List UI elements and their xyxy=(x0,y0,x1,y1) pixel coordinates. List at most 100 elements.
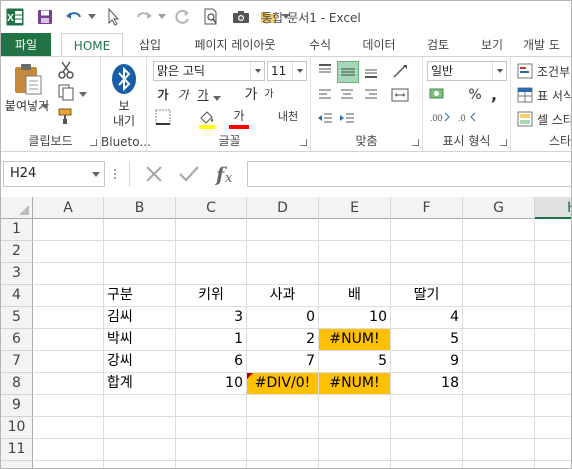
row-header-11[interactable]: 11 xyxy=(1,439,33,461)
row-header-12[interactable] xyxy=(1,461,33,468)
increase-indent-icon[interactable] xyxy=(339,111,357,129)
cell-c6[interactable]: 1 xyxy=(176,329,246,350)
paste-dropdown-icon[interactable] xyxy=(41,99,51,109)
increase-decimal-icon[interactable]: .00 xyxy=(429,109,451,127)
column-header-e[interactable]: E xyxy=(319,197,391,219)
align-top-icon[interactable] xyxy=(317,63,335,81)
underline-dropdown-icon[interactable] xyxy=(213,91,221,101)
formula-input[interactable] xyxy=(247,161,571,187)
alignment-launcher-icon[interactable] xyxy=(412,139,419,146)
row-header-8[interactable]: 8 xyxy=(1,373,33,395)
align-middle-icon[interactable] xyxy=(337,61,359,83)
row-header-3[interactable]: 3 xyxy=(1,263,33,285)
cell-e5[interactable]: 10 xyxy=(319,307,390,328)
row-header-5[interactable]: 5 xyxy=(1,307,33,329)
align-bottom-icon[interactable] xyxy=(363,63,381,81)
cell-d7[interactable]: 7 xyxy=(247,351,318,372)
tab-home[interactable]: HOME xyxy=(61,33,123,58)
name-box[interactable]: H24 xyxy=(3,161,105,187)
column-header-f[interactable]: F xyxy=(391,197,463,219)
name-box-dropdown-icon[interactable] xyxy=(92,172,100,177)
cell-b4[interactable]: 구분 xyxy=(104,285,175,306)
decrease-indent-icon[interactable] xyxy=(317,111,335,129)
column-header-c[interactable]: C xyxy=(176,197,247,219)
cell-b6[interactable]: 박씨 xyxy=(104,329,175,350)
undo-icon[interactable] xyxy=(63,5,85,29)
phonetic-button[interactable]: 내천 xyxy=(273,107,303,127)
row-header-7[interactable]: 7 xyxy=(1,351,33,373)
cancel-formula-icon[interactable] xyxy=(144,164,164,184)
bluetooth-icon[interactable] xyxy=(109,63,139,95)
insert-function-icon[interactable]: fx xyxy=(214,162,240,186)
cell-b5[interactable]: 김씨 xyxy=(104,307,175,328)
merge-center-icon[interactable] xyxy=(391,87,411,105)
borders-icon[interactable] xyxy=(155,109,173,127)
format-painter-icon[interactable] xyxy=(57,107,77,127)
currency-icon[interactable] xyxy=(429,85,449,105)
clipboard-launcher-icon[interactable] xyxy=(90,139,97,146)
excel-logo-icon[interactable]: X xyxy=(5,5,25,29)
align-right-icon[interactable] xyxy=(363,87,381,105)
save-icon[interactable] xyxy=(35,5,55,29)
copy-icon[interactable] xyxy=(57,83,77,103)
italic-button[interactable]: 가 xyxy=(175,85,191,105)
font-name-combo[interactable]: 맑은 고딕 xyxy=(153,61,265,81)
tab-developer[interactable]: 개발 도 xyxy=(523,33,571,57)
column-header-b[interactable]: B xyxy=(104,197,176,219)
tab-data[interactable]: 데이터 xyxy=(351,33,407,57)
conditional-format-icon[interactable] xyxy=(517,63,533,79)
cell-f8[interactable]: 18 xyxy=(391,373,462,394)
font-launcher-icon[interactable] xyxy=(300,139,307,146)
cell-c4[interactable]: 키위 xyxy=(176,285,246,306)
orientation-icon[interactable] xyxy=(391,63,413,81)
column-header-d[interactable]: D xyxy=(247,197,319,219)
number-format-combo[interactable]: 일반 xyxy=(427,61,507,81)
formula-bar-grip-icon[interactable] xyxy=(113,168,123,180)
conditional-format-button[interactable]: 조건부 xyxy=(537,63,570,80)
cell-c7[interactable]: 6 xyxy=(176,351,246,372)
select-all-button[interactable] xyxy=(1,197,33,219)
undo-dropdown-icon[interactable] xyxy=(87,5,97,29)
comma-button[interactable]: , xyxy=(487,85,501,105)
font-size-combo[interactable]: 11 xyxy=(267,61,307,81)
row-header-1[interactable]: 1 xyxy=(1,219,33,241)
cell-e7[interactable]: 5 xyxy=(319,351,390,372)
error-indicator-icon[interactable] xyxy=(247,373,253,379)
decrease-decimal-icon[interactable]: .0 xyxy=(457,109,479,127)
cell-f7[interactable]: 9 xyxy=(391,351,462,372)
paste-icon[interactable] xyxy=(11,63,47,97)
align-center-icon[interactable] xyxy=(339,87,357,105)
cell-c5[interactable]: 3 xyxy=(176,307,246,328)
cell-d8[interactable]: #DIV/0! xyxy=(247,373,318,394)
tab-page-layout[interactable]: 페이지 레이아웃 xyxy=(179,33,291,57)
cell-styles-button[interactable]: 셀 스타 xyxy=(537,111,571,128)
cell-e6[interactable]: #NUM! xyxy=(319,329,390,350)
cell-d4[interactable]: 사과 xyxy=(247,285,318,306)
align-left-icon[interactable] xyxy=(317,87,335,105)
number-launcher-icon[interactable] xyxy=(500,139,507,146)
column-header-a[interactable]: A xyxy=(33,197,104,219)
cell-e4[interactable]: 배 xyxy=(319,285,390,306)
bold-button[interactable]: 가 xyxy=(155,85,171,105)
font-color-button[interactable]: 가 xyxy=(229,107,249,129)
cell-f4[interactable]: 딸기 xyxy=(391,285,462,306)
shrink-font-button[interactable]: 가 xyxy=(261,85,277,105)
tab-review[interactable]: 검토 xyxy=(415,33,461,57)
row-header-10[interactable]: 10 xyxy=(1,417,33,439)
tab-insert[interactable]: 삽입 xyxy=(129,33,171,57)
row-header-6[interactable]: 6 xyxy=(1,329,33,351)
cell-e8[interactable]: #NUM! xyxy=(319,373,390,394)
bluetooth-send-label-2[interactable]: 내기 xyxy=(101,114,147,128)
tab-formulas[interactable]: 수식 xyxy=(297,33,343,57)
cell-f5[interactable]: 4 xyxy=(391,307,462,328)
cell-f6[interactable]: 5 xyxy=(391,329,462,350)
cell-d6[interactable]: 2 xyxy=(247,329,318,350)
row-header-9[interactable]: 9 xyxy=(1,395,33,417)
cell-d5[interactable]: 0 xyxy=(247,307,318,328)
copy-dropdown-icon[interactable] xyxy=(79,87,89,97)
cell-b8[interactable]: 합계 xyxy=(104,373,175,394)
format-as-table-icon[interactable] xyxy=(517,87,533,103)
confirm-formula-icon[interactable] xyxy=(178,164,200,184)
column-header-g[interactable]: G xyxy=(463,197,535,219)
cut-icon[interactable] xyxy=(57,61,77,81)
